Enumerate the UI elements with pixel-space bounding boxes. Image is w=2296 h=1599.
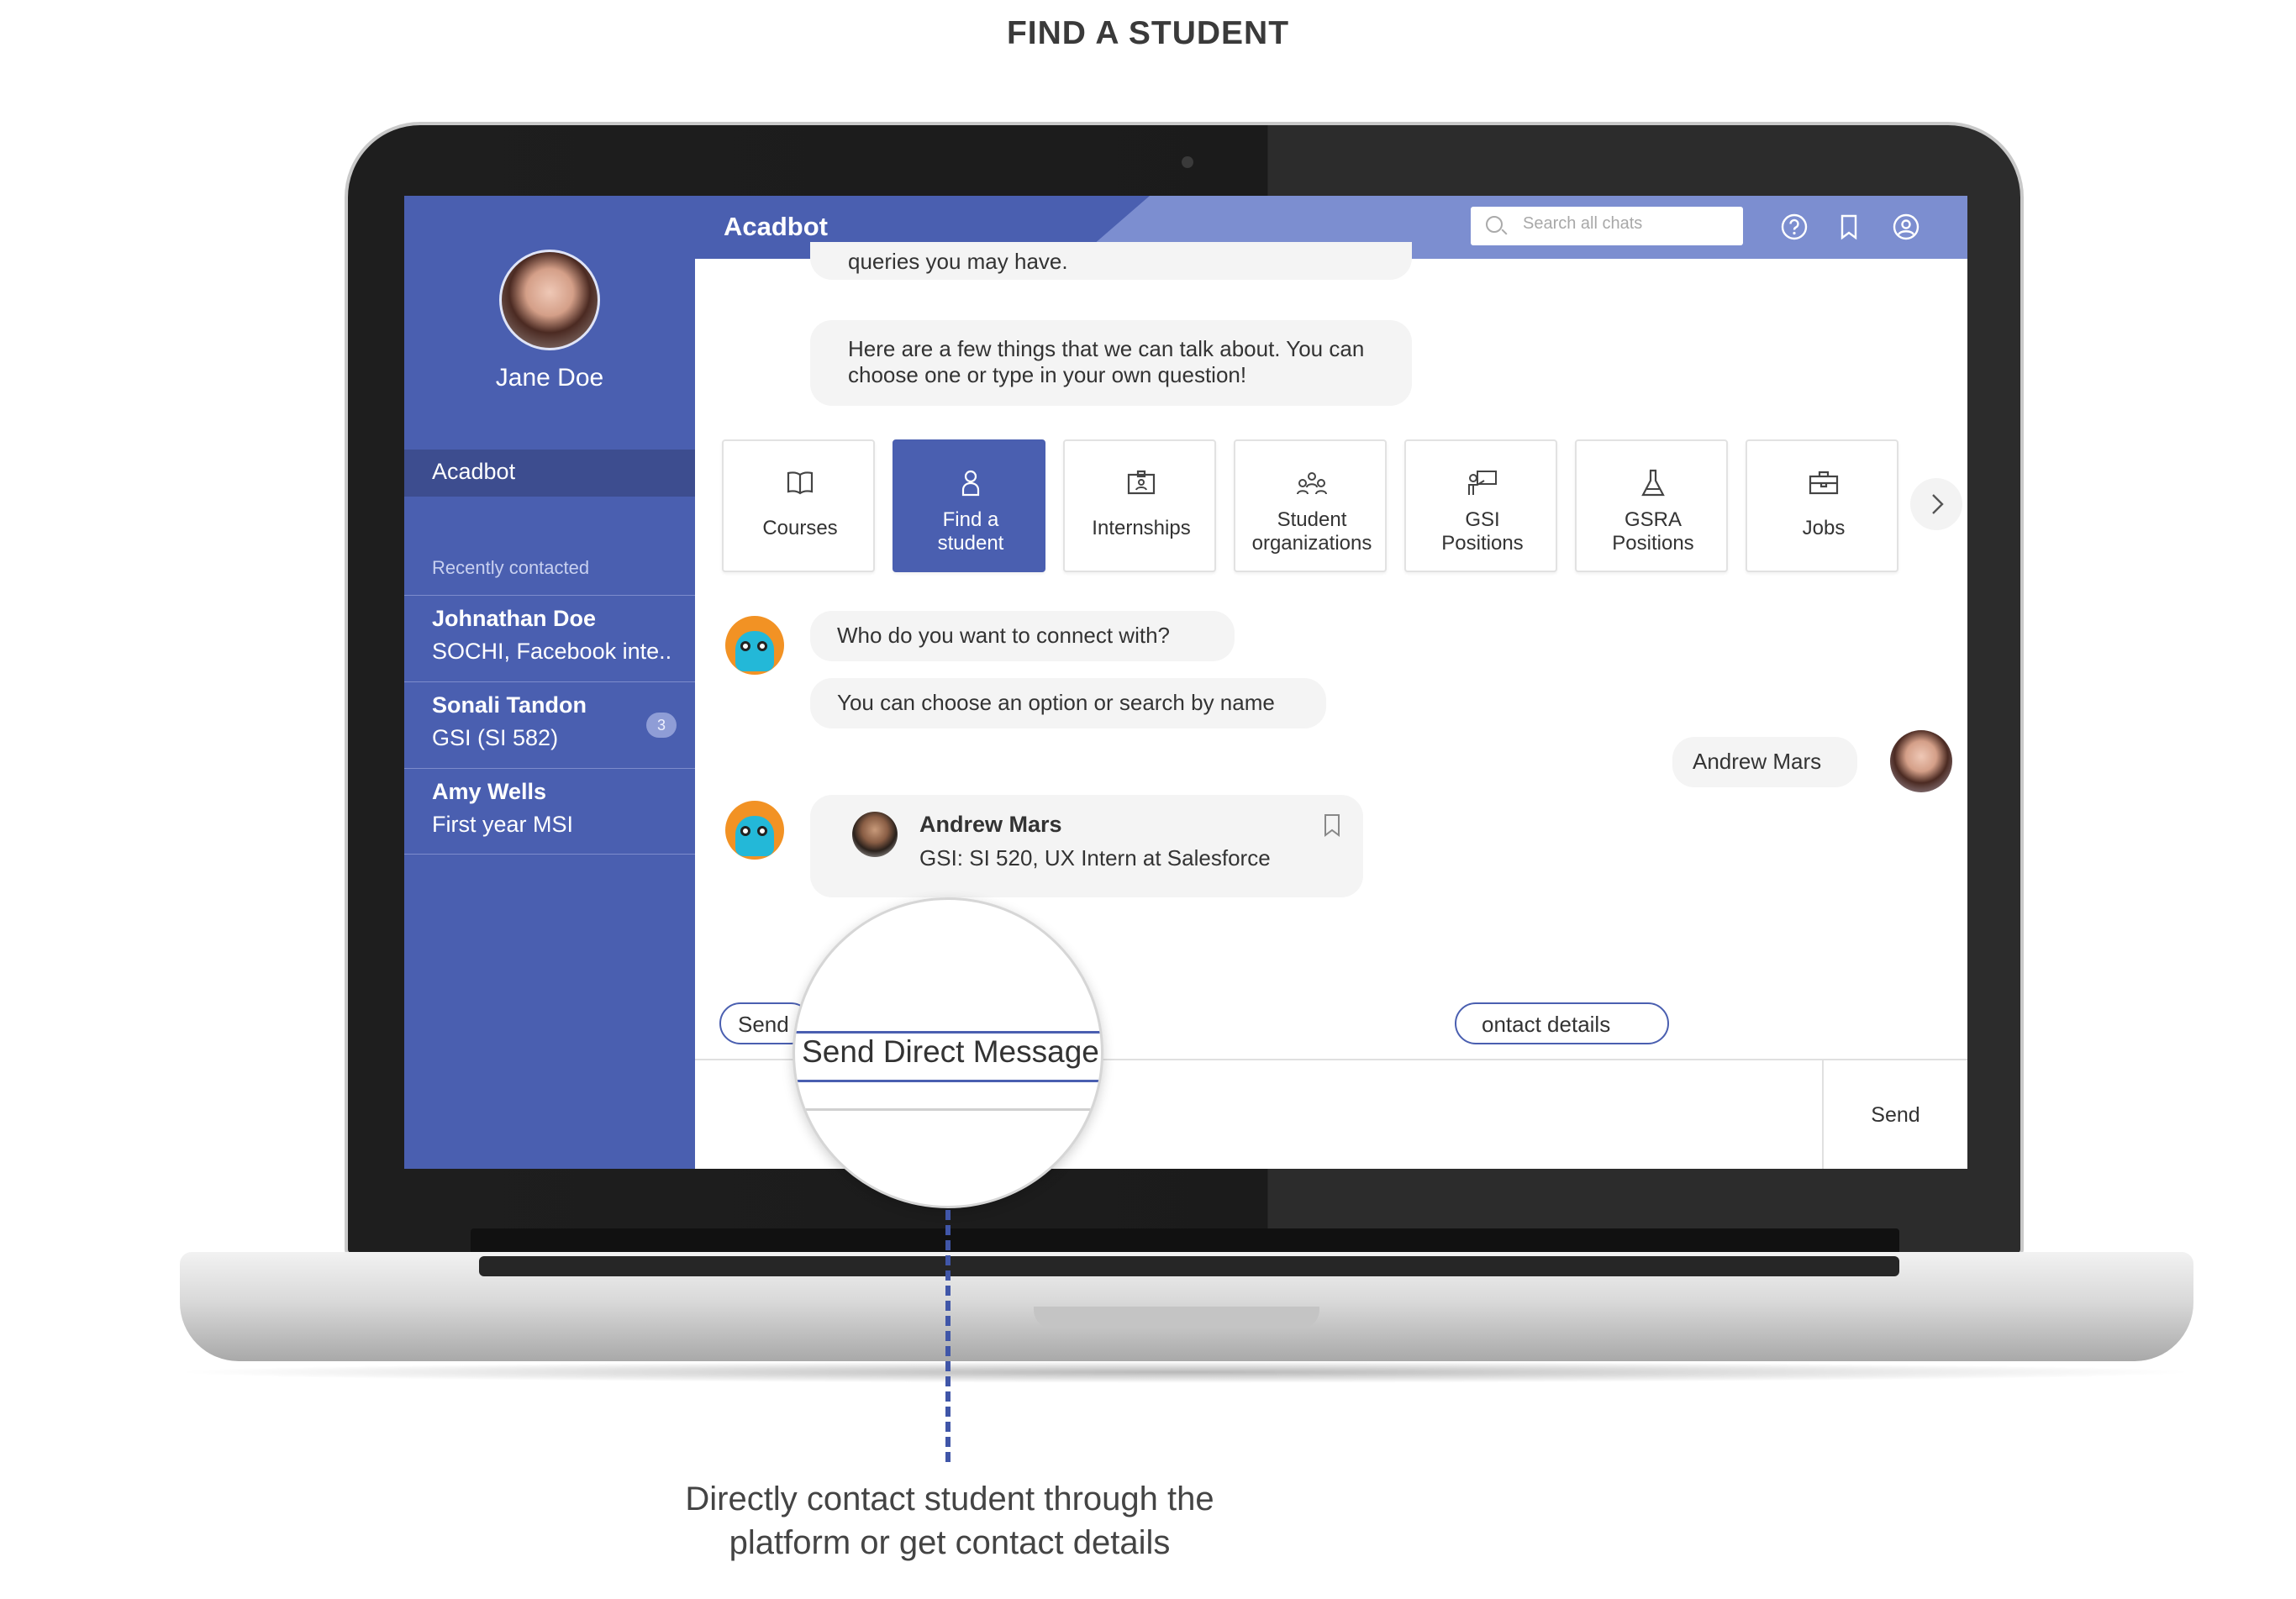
person-icon — [961, 470, 980, 497]
laptop-notch — [1034, 1307, 1319, 1328]
bot-avatar — [725, 801, 784, 860]
id-badge-icon — [1127, 470, 1156, 495]
contact-subtitle: First year MSI — [432, 812, 574, 837]
search-input[interactable] — [1523, 214, 1733, 234]
laptop-camera — [1182, 156, 1193, 168]
app-screen: Jane Doe Acadbot Recently contacted John… — [404, 196, 1967, 1169]
contact-name: Johnathan Doe — [432, 606, 597, 631]
sidebar: Jane Doe Acadbot Recently contacted John… — [404, 196, 695, 1169]
unread-badge: 3 — [646, 713, 677, 738]
contact-item[interactable]: Johnathan Doe SOCHI, Facebook inte.. — [404, 595, 695, 681]
page-heading: FIND A STUDENT — [1006, 15, 1290, 51]
option-jobs[interactable]: Jobs — [1746, 439, 1898, 572]
send-button[interactable]: Send — [1822, 1060, 1967, 1169]
student-name: Andrew Mars — [919, 812, 1062, 837]
user-avatar-small — [1890, 730, 1952, 792]
briefcase-icon — [1809, 471, 1839, 495]
callout-caption: Directly contact student through the pla… — [685, 1481, 1214, 1561]
chevron-right-icon — [1932, 494, 1944, 514]
sidebar-item-acadbot[interactable]: Acadbot — [404, 450, 695, 497]
bot-message: queries you may have. — [810, 242, 1412, 280]
help-icon[interactable] — [1780, 213, 1809, 241]
app-title: Acadbot — [724, 212, 828, 241]
contact-details-button[interactable]: ontact details — [1455, 1002, 1669, 1044]
laptop-keyboard-edge — [479, 1256, 1899, 1276]
magnified-divider — [795, 1108, 1101, 1111]
option-label: Internships — [1092, 517, 1191, 539]
option-internships[interactable]: Internships — [1063, 439, 1216, 572]
user-message: Andrew Mars — [1672, 737, 1857, 787]
bookmark-icon[interactable] — [1323, 813, 1341, 837]
bot-message: Who do you want to connect with? — [810, 611, 1235, 661]
flask-icon — [1641, 469, 1665, 497]
student-result-card[interactable]: Andrew Mars GSI: SI 520, UX Intern at Sa… — [810, 795, 1363, 897]
option-courses[interactable]: Courses — [722, 439, 875, 572]
student-details: GSI: SI 520, UX Intern at Salesforce — [919, 845, 1271, 871]
contact-item[interactable]: Sonali Tandon GSI (SI 582) 3 — [404, 681, 695, 768]
bookmark-icon[interactable] — [1835, 213, 1863, 241]
option-student-organizations[interactable]: Student organizations — [1234, 439, 1387, 572]
magnified-pill-edge — [795, 1080, 1101, 1082]
magnified-pill-edge — [795, 1031, 1101, 1034]
profile-icon[interactable] — [1892, 213, 1920, 241]
next-options-button[interactable] — [1910, 478, 1962, 530]
user-name: Jane Doe — [495, 364, 604, 392]
group-icon — [1297, 472, 1327, 495]
book-icon — [787, 471, 814, 495]
student-avatar — [852, 812, 898, 857]
bot-message: Here are a few things that we can talk a… — [810, 320, 1412, 406]
option-label: Find a student — [937, 508, 1004, 555]
zoom-magnifier: Send Direct Message — [793, 897, 1103, 1208]
option-label: Jobs — [1802, 517, 1846, 539]
search-box[interactable] — [1471, 207, 1743, 245]
laptop-shadow — [168, 1361, 2202, 1383]
option-gsi-positions[interactable]: GSI Positions — [1404, 439, 1557, 572]
user-avatar[interactable] — [499, 250, 600, 350]
search-icon — [1486, 216, 1503, 233]
option-label: Courses — [762, 517, 838, 539]
option-label: GSRA Positions — [1612, 508, 1694, 555]
contact-item[interactable]: Amy Wells First year MSI — [404, 768, 695, 855]
contact-subtitle: SOCHI, Facebook inte.. — [432, 639, 672, 664]
bot-message: You can choose an option or search by na… — [810, 678, 1326, 728]
callout-dashed-line — [945, 1210, 951, 1462]
option-gsra-positions[interactable]: GSRA Positions — [1575, 439, 1728, 572]
option-label: GSI Positions — [1441, 508, 1524, 555]
presenter-icon — [1468, 471, 1497, 495]
contact-name: Amy Wells — [432, 779, 547, 804]
bot-avatar — [725, 616, 784, 675]
magnified-send-direct-message: Send Direct Message — [802, 1034, 1099, 1069]
recently-contacted-label: Recently contacted — [432, 557, 590, 578]
option-label: Student organizations — [1251, 508, 1372, 555]
option-find-a-student[interactable]: Find a student — [893, 439, 1045, 572]
